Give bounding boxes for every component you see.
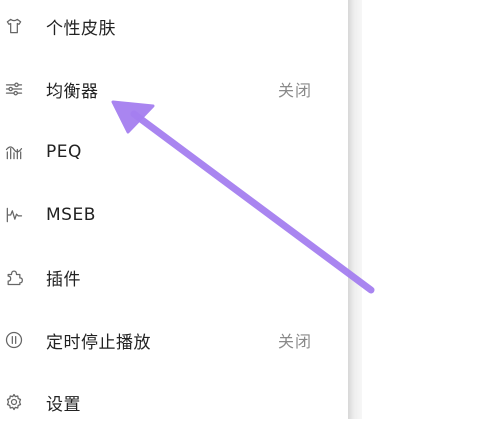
waveform-icon [3,204,25,226]
peq-bars-icon [3,141,25,163]
main-content-area [362,0,495,419]
equalizer-status: 关闭 [278,81,313,100]
menu-item-equalizer[interactable]: 均衡器 关闭 [0,69,348,109]
menu-label-plugins: 插件 [46,269,81,290]
menu-label-sleep-timer: 定时停止播放 [46,332,151,353]
sliders-icon [3,78,25,100]
menu-item-sleep-timer[interactable]: 定时停止播放 关闭 [0,320,348,360]
menu-label-peq: PEQ [46,142,82,162]
menu-item-plugins[interactable]: 插件 [0,257,348,297]
menu-label-settings: 设置 [46,394,81,415]
tshirt-icon [3,15,25,37]
puzzle-icon [3,266,25,288]
menu-label-mseb: MSEB [46,205,96,225]
menu-item-mseb[interactable]: MSEB [0,195,348,235]
sleep-timer-status: 关闭 [278,332,313,351]
menu-label-skin: 个性皮肤 [46,18,116,39]
timer-icon [3,329,25,351]
menu-label-equalizer: 均衡器 [46,81,99,102]
drawer-shadow-divider [348,0,362,419]
menu-item-settings[interactable]: 设置 [0,382,348,422]
side-drawer: 个性皮肤 均衡器 关闭 PEQ MSEB 插件 定时停止播放 关闭 设置 [0,0,348,419]
menu-item-skin[interactable]: 个性皮肤 [0,6,348,46]
gear-icon [3,391,25,413]
menu-item-peq[interactable]: PEQ [0,132,348,172]
